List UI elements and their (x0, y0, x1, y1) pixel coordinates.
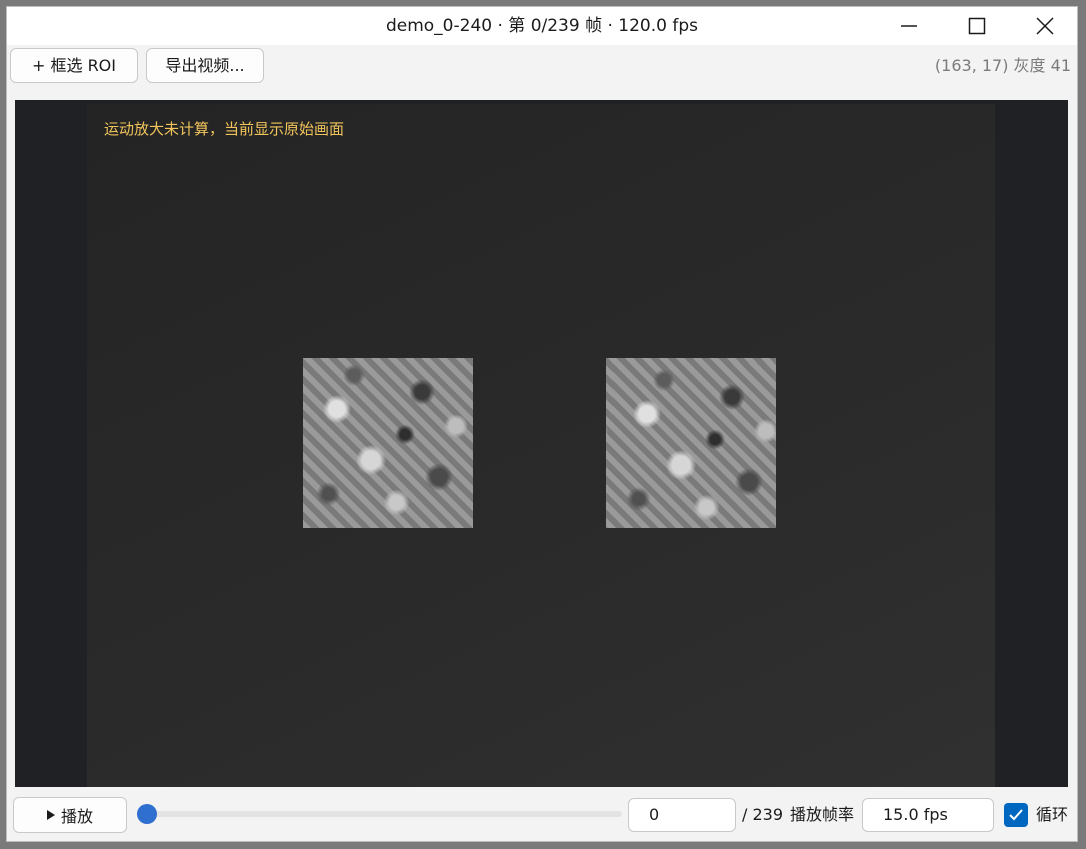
playback-fps-input[interactable]: 15.0 fps (862, 798, 994, 832)
checkmark-icon (1009, 809, 1023, 821)
maximize-button[interactable] (943, 7, 1011, 45)
export-video-button[interactable]: 导出视频... (146, 48, 264, 83)
frame-number-input[interactable]: 0 (628, 798, 736, 832)
frame-slider[interactable] (137, 804, 622, 824)
video-frame[interactable]: 运动放大未计算，当前显示原始画面 (87, 104, 995, 787)
minimize-button[interactable] (875, 7, 943, 45)
play-button[interactable]: 播放 (13, 797, 127, 833)
play-triangle-icon (46, 810, 55, 820)
close-button[interactable] (1011, 7, 1079, 45)
frame-slider-thumb[interactable] (137, 804, 157, 824)
title-bar[interactable]: demo_0-240 · 第 0/239 帧 · 120.0 fps (7, 7, 1077, 45)
texture-patch-left (303, 358, 473, 528)
loop-label: 循环 (1036, 805, 1069, 824)
select-roi-button[interactable]: + 框选 ROI (10, 48, 138, 83)
close-icon (1036, 17, 1054, 35)
play-button-label: 播放 (60, 807, 93, 826)
texture-patch-right (606, 358, 776, 528)
app-window: demo_0-240 · 第 0/239 帧 · 120.0 fps + 框选 … (6, 6, 1078, 842)
playback-rate-label: 播放帧率 (790, 805, 855, 824)
status-overlay-message: 运动放大未计算，当前显示原始画面 (104, 120, 345, 138)
total-frames-label: / 239 (742, 805, 784, 824)
cursor-readout: (163, 17) 灰度 41 (934, 56, 1071, 75)
loop-checkbox[interactable] (1004, 803, 1028, 827)
video-viewer[interactable]: 运动放大未计算，当前显示原始画面 (15, 100, 1068, 787)
maximize-icon (968, 17, 986, 35)
minimize-icon (901, 25, 917, 27)
